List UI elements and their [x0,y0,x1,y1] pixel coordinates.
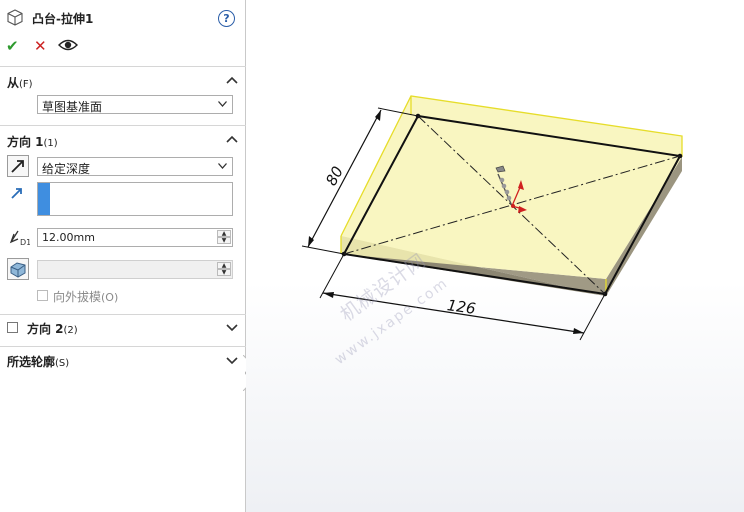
action-buttons: ✔ ✕ [5,38,95,56]
selected-contours-section-header[interactable]: 所选轮廓(S) [7,353,69,370]
direction2-mnemonic: (2) [63,325,78,336]
chevron-up-icon[interactable] [226,134,238,146]
dimension-label-width[interactable]: 126 [446,296,477,318]
start-condition-select[interactable]: 草图基准面 [37,95,233,114]
from-section-header[interactable]: 从(F) [7,74,33,91]
draft-outward-checkbox[interactable] [37,290,48,301]
graphics-viewport[interactable]: 80 126 机械设计网 www.jxape.com [246,0,744,512]
ok-button[interactable]: ✔ [6,38,19,54]
from-section-title: 从 [7,76,20,90]
preview-eye-icon[interactable] [58,38,78,55]
selected-contours-title: 所选轮廓 [7,355,56,369]
draft-icon [10,262,26,278]
spin-down-icon[interactable]: ▼ [217,269,231,276]
panel-title: 凸台-拉伸1 [32,12,94,26]
direction2-section-header[interactable]: 方向 2(2) [27,320,78,337]
depth-value: 12.00mm [42,231,95,244]
property-manager-panel: 凸台-拉伸1 ? ✔ ✕ 从(F) 草图基准面 方向 1(1) 给定深度 D1 [0,0,246,512]
direction1-mnemonic: (1) [43,138,58,149]
extrude-feature-icon [7,9,23,29]
end-condition-value: 给定深度 [42,162,91,176]
draft-angle-input[interactable]: ▲ ▼ [37,260,233,279]
help-icon[interactable]: ? [218,10,235,27]
chevron-up-icon[interactable] [226,75,238,87]
divider [0,125,246,126]
direction1-title: 方向 1 [7,135,44,149]
start-condition-value: 草图基准面 [42,100,103,114]
direction-of-extrusion-field[interactable] [37,182,233,216]
spin-up-icon[interactable]: ▲ [217,230,231,237]
chevron-down-icon [218,101,227,107]
svg-text:D1: D1 [20,238,30,246]
direction2-checkbox[interactable] [7,322,18,333]
spin-up-icon[interactable]: ▲ [217,262,231,269]
depth-dimension-icon: D1 [8,228,31,249]
divider [0,346,246,347]
selection-focus-bar [38,183,50,215]
end-condition-select[interactable]: 给定深度 [37,157,233,176]
reverse-direction-button[interactable] [7,155,29,177]
divider [0,314,246,315]
selected-contours-mnemonic: (S) [55,358,70,369]
depth-spinner[interactable]: ▲ ▼ [217,230,231,245]
chevron-down-icon[interactable] [226,354,238,366]
reverse-direction-icon [11,160,24,173]
spin-down-icon[interactable]: ▼ [217,237,231,244]
depth-input[interactable]: 12.00mm ▲ ▼ [37,228,233,247]
draft-toggle-button[interactable] [7,258,29,280]
divider [0,66,246,67]
draft-angle-spinner[interactable]: ▲ ▼ [217,262,231,277]
draft-outward-label: 向外拔模(O) [53,290,119,304]
panel-header: 凸台-拉伸1 ? [0,0,246,36]
direction2-title: 方向 2 [27,322,64,336]
cancel-button[interactable]: ✕ [34,38,47,54]
extrude-preview [301,95,683,341]
chevron-down-icon[interactable] [226,321,238,333]
direction-vector-icon [10,186,24,203]
chevron-down-icon [218,163,227,169]
direction1-section-header[interactable]: 方向 1(1) [7,133,58,150]
from-section-mnemonic: (F) [19,79,33,90]
